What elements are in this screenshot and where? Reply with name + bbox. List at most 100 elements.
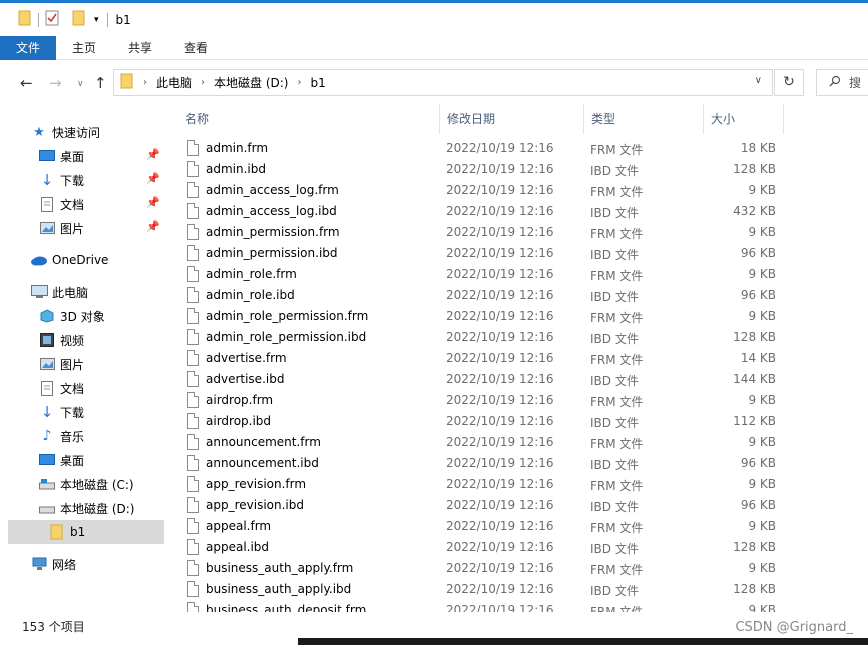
sidebar-item-label: 本地磁盘 (D:)	[60, 501, 135, 516]
address-bar[interactable]: › 此电脑 › 本地磁盘 (D:) › b1 ∨	[113, 69, 773, 96]
table-row[interactable]: airdrop.ibd 2022/10/19 12:16 IBD 文件 112 KB	[178, 411, 868, 432]
sidebar-item-3d-objects[interactable]: 3D 对象	[38, 304, 164, 328]
table-row[interactable]: announcement.ibd 2022/10/19 12:16 IBD 文件 96…	[178, 453, 868, 474]
table-row[interactable]: admin.ibd 2022/10/19 12:16 IBD 文件 128 KB	[178, 159, 868, 180]
file-name: admin_permission.ibd	[206, 246, 338, 260]
sidebar-item-drive-d[interactable]: 本地磁盘 (D:)	[38, 496, 164, 520]
search-box[interactable]: 搜	[816, 69, 868, 96]
sidebar-item-this-pc[interactable]: 此电脑	[30, 280, 186, 304]
file-date: 2022/10/19 12:16	[446, 330, 554, 344]
sidebar-item-quick-access[interactable]: ★ 快速访问	[30, 120, 186, 144]
recent-locations-chevron-icon[interactable]: ∨	[77, 79, 84, 89]
sidebar-item-network[interactable]: 网络	[30, 552, 186, 576]
table-row[interactable]: admin_role.frm 2022/10/19 12:16 FRM 文件 9 KB	[178, 264, 868, 285]
file-size: 9 KB	[748, 393, 776, 407]
video-icon	[38, 332, 56, 348]
file-name: airdrop.frm	[206, 393, 274, 407]
folder-icon	[48, 524, 66, 540]
refresh-button[interactable]: ↻	[774, 69, 804, 96]
new-folder-icon[interactable]	[72, 10, 86, 29]
table-row[interactable]: admin_role_permission.ibd 2022/10/19 12:1…	[178, 327, 868, 348]
column-header-size[interactable]: 大小	[704, 104, 784, 134]
sidebar-item-desktop[interactable]: 桌面 📌	[38, 144, 164, 168]
table-row[interactable]: admin_permission.ibd 2022/10/19 12:16 IBD …	[178, 243, 868, 264]
sidebar-item-videos[interactable]: 视频	[38, 328, 164, 352]
file-icon	[187, 518, 199, 534]
file-date: 2022/10/19 12:16	[446, 246, 554, 260]
breadcrumb-separator-icon[interactable]: ›	[201, 77, 205, 88]
file-name: admin_role_permission.ibd	[206, 330, 367, 344]
file-size: 18 KB	[740, 141, 776, 155]
sidebar-item-music[interactable]: ♪ 音乐	[38, 424, 164, 448]
picture-icon	[38, 220, 56, 236]
table-row[interactable]: business_auth_apply.frm 2022/10/19 12:16 F…	[178, 558, 868, 579]
table-row[interactable]: business_auth_deposit.frm 2022/10/19 12:1…	[178, 600, 868, 612]
column-header-date[interactable]: 修改日期	[440, 104, 584, 134]
sidebar-item-pictures-pc[interactable]: 图片	[38, 352, 164, 376]
forward-arrow-icon[interactable]: →	[49, 74, 62, 92]
file-type: IBD 文件	[590, 584, 639, 598]
table-row[interactable]: admin_access_log.ibd 2022/10/19 12:16 IBD …	[178, 201, 868, 222]
address-history-chevron-icon[interactable]: ∨	[755, 75, 762, 86]
table-row[interactable]: announcement.frm 2022/10/19 12:16 FRM 文件 9 …	[178, 432, 868, 453]
file-icon	[187, 140, 199, 156]
sidebar-item-label: 下载	[60, 173, 85, 188]
tab-home[interactable]: 主页	[56, 36, 112, 60]
tab-view[interactable]: 查看	[168, 36, 224, 60]
table-row[interactable]: advertise.frm 2022/10/19 12:16 FRM 文件 14 KB	[178, 348, 868, 369]
tab-share[interactable]: 共享	[112, 36, 168, 60]
pin-icon: 📌	[146, 148, 160, 161]
sidebar-item-downloads-pc[interactable]: ↓ 下载	[38, 400, 164, 424]
back-arrow-icon[interactable]: ←	[20, 74, 33, 92]
sidebar-item-desktop-pc[interactable]: 桌面	[38, 448, 164, 472]
properties-icon[interactable]	[45, 10, 59, 29]
table-row[interactable]: admin_access_log.frm 2022/10/19 12:16 FRM …	[178, 180, 868, 201]
table-row[interactable]: app_revision.frm 2022/10/19 12:16 FRM 文件 9 …	[178, 474, 868, 495]
file-icon	[187, 371, 199, 387]
file-type: FRM 文件	[590, 395, 644, 409]
breadcrumb-b1[interactable]: b1	[310, 76, 325, 90]
sidebar-item-onedrive[interactable]: OneDrive	[30, 248, 186, 272]
table-row[interactable]: admin.frm 2022/10/19 12:16 FRM 文件 18 KB	[178, 138, 868, 159]
table-row[interactable]: admin_permission.frm 2022/10/19 12:16 FRM …	[178, 222, 868, 243]
up-arrow-icon[interactable]: ↑	[94, 74, 107, 92]
file-type: FRM 文件	[590, 479, 644, 493]
file-type: FRM 文件	[590, 437, 644, 451]
file-icon	[187, 434, 199, 450]
sidebar-item-b1[interactable]: b1	[8, 520, 164, 544]
table-row[interactable]: airdrop.frm 2022/10/19 12:16 FRM 文件 9 KB	[178, 390, 868, 411]
table-row[interactable]: appeal.ibd 2022/10/19 12:16 IBD 文件 128 KB	[178, 537, 868, 558]
sidebar-item-documents[interactable]: 文档 📌	[38, 192, 164, 216]
table-row[interactable]: admin_role_permission.frm 2022/10/19 12:1…	[178, 306, 868, 327]
file-type: IBD 文件	[590, 458, 639, 472]
sidebar-item-downloads[interactable]: ↓ 下载 📌	[38, 168, 164, 192]
table-row[interactable]: admin_role.ibd 2022/10/19 12:16 IBD 文件 96 K…	[178, 285, 868, 306]
breadcrumb-this-pc[interactable]: 此电脑	[156, 74, 192, 91]
breadcrumb-drive-d[interactable]: 本地磁盘 (D:)	[214, 74, 288, 91]
column-header-name[interactable]: 名称	[178, 104, 440, 134]
customize-toolbar-chevron-icon[interactable]: ▾	[94, 15, 99, 25]
table-row[interactable]: advertise.ibd 2022/10/19 12:16 IBD 文件 144 K…	[178, 369, 868, 390]
file-name: admin_access_log.ibd	[206, 204, 337, 218]
table-row[interactable]: business_auth_apply.ibd 2022/10/19 12:16 I…	[178, 579, 868, 600]
file-name: admin_permission.frm	[206, 225, 340, 239]
sidebar-item-documents-pc[interactable]: 文档	[38, 376, 164, 400]
file-name: app_revision.ibd	[206, 498, 304, 512]
file-icon	[187, 203, 199, 219]
tab-file[interactable]: 文件	[0, 36, 56, 60]
pin-icon: 📌	[146, 172, 160, 185]
sidebar-item-label: 文档	[60, 197, 85, 212]
file-date: 2022/10/19 12:16	[446, 561, 554, 575]
table-row[interactable]: app_revision.ibd 2022/10/19 12:16 IBD 文件 96…	[178, 495, 868, 516]
breadcrumb-separator-icon[interactable]: ›	[143, 77, 147, 88]
file-type: FRM 文件	[590, 353, 644, 367]
sidebar-item-drive-c[interactable]: 本地磁盘 (C:)	[38, 472, 164, 496]
table-row[interactable]: appeal.frm 2022/10/19 12:16 FRM 文件 9 KB	[178, 516, 868, 537]
breadcrumb-separator-icon[interactable]: ›	[297, 77, 301, 88]
sidebar-item-pictures[interactable]: 图片 📌	[38, 216, 164, 240]
file-date: 2022/10/19 12:16	[446, 498, 554, 512]
music-icon: ♪	[42, 428, 52, 444]
column-header-type[interactable]: 类型	[584, 104, 704, 134]
file-icon	[187, 350, 199, 366]
file-icon	[187, 245, 199, 261]
